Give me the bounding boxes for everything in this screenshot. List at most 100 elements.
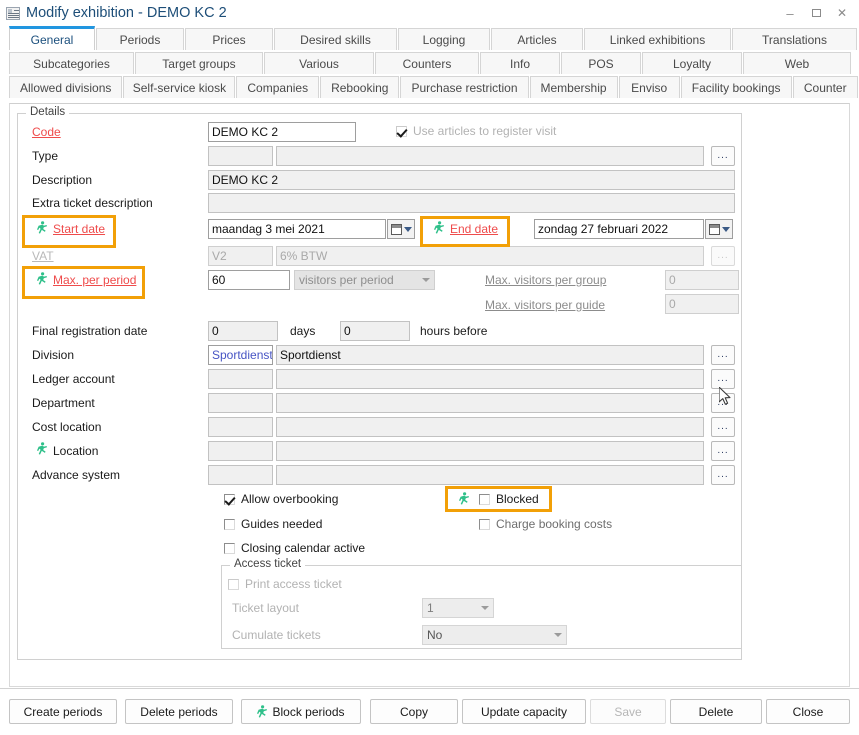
tab-prices[interactable]: Prices bbox=[185, 28, 273, 50]
guides-needed-label: Guides needed bbox=[241, 517, 322, 531]
advance-system-value-input[interactable] bbox=[276, 465, 704, 485]
cost-location-browse-button[interactable]: ... bbox=[711, 417, 735, 437]
use-articles-checkbox[interactable]: Use articles to register visit bbox=[396, 124, 556, 138]
general-tab-panel: Details Code DEMO KC 2 Use articles to r… bbox=[9, 103, 850, 687]
tab-facility-bookings[interactable]: Facility bookings bbox=[681, 76, 792, 98]
close-button[interactable]: ✕ bbox=[829, 3, 855, 23]
location-browse-button[interactable]: ... bbox=[711, 441, 735, 461]
maximize-button[interactable] bbox=[803, 3, 829, 23]
tab-linked-exhibitions[interactable]: Linked exhibitions bbox=[584, 28, 731, 50]
window-title: Modify exhibition - DEMO KC 2 bbox=[26, 5, 227, 21]
tab-translations[interactable]: Translations bbox=[732, 28, 857, 50]
end-date-picker-button[interactable] bbox=[705, 219, 733, 239]
department-value-input[interactable] bbox=[276, 393, 704, 413]
tab-membership[interactable]: Membership bbox=[530, 76, 618, 98]
tab-label: Rebooking bbox=[331, 81, 388, 95]
ledger-account-value-input[interactable] bbox=[276, 369, 704, 389]
tab-purchase-restriction[interactable]: Purchase restriction bbox=[400, 76, 528, 98]
tab-target-groups[interactable]: Target groups bbox=[135, 52, 263, 74]
final-registration-days-input[interactable]: 0 bbox=[208, 321, 278, 341]
tab-counter[interactable]: Counter bbox=[793, 76, 859, 98]
department-label: Department bbox=[32, 396, 95, 410]
update-capacity-button[interactable]: Update capacity bbox=[462, 699, 586, 724]
tab-general[interactable]: General bbox=[9, 26, 95, 50]
cost-location-code-input[interactable] bbox=[208, 417, 273, 437]
division-browse-button[interactable]: ... bbox=[711, 345, 735, 365]
runner-icon bbox=[37, 221, 48, 234]
tab-info[interactable]: Info bbox=[480, 52, 560, 74]
allow-overbooking-checkbox[interactable]: Allow overbooking bbox=[224, 492, 338, 506]
details-legend: Details bbox=[26, 106, 69, 118]
max-per-period-input[interactable]: 60 bbox=[208, 270, 290, 290]
minimize-button[interactable]: – bbox=[777, 3, 803, 23]
location-value-input[interactable] bbox=[276, 441, 704, 461]
calendar-icon bbox=[391, 224, 402, 235]
tab-articles[interactable]: Articles bbox=[491, 28, 583, 50]
division-code-input[interactable]: Sportdienst bbox=[208, 345, 273, 365]
start-date-input[interactable]: maandag 3 mei 2021 bbox=[208, 219, 386, 239]
tab-periods[interactable]: Periods bbox=[96, 28, 184, 50]
description-input[interactable]: DEMO KC 2 bbox=[208, 170, 735, 190]
final-registration-date-label: Final registration date bbox=[32, 324, 147, 338]
create-periods-button[interactable]: Create periods bbox=[9, 699, 117, 724]
tab-label: Membership bbox=[541, 81, 607, 95]
tab-pos[interactable]: POS bbox=[561, 52, 641, 74]
tab-loyalty[interactable]: Loyalty bbox=[642, 52, 742, 74]
cost-location-value-input[interactable] bbox=[276, 417, 704, 437]
extra-ticket-description-input[interactable] bbox=[208, 193, 735, 213]
checkbox-box bbox=[224, 519, 235, 530]
location-code-input[interactable] bbox=[208, 441, 273, 461]
type-code-input[interactable] bbox=[208, 146, 273, 166]
guides-needed-checkbox[interactable]: Guides needed bbox=[224, 517, 322, 531]
tab-subcategories[interactable]: Subcategories bbox=[9, 52, 134, 74]
ledger-account-code-input[interactable] bbox=[208, 369, 273, 389]
tab-label: Self-service kiosk bbox=[133, 81, 226, 95]
ledger-account-browse-button[interactable]: ... bbox=[711, 369, 735, 389]
type-browse-button[interactable]: ... bbox=[711, 146, 735, 166]
code-input[interactable]: DEMO KC 2 bbox=[208, 122, 356, 142]
tab-logging[interactable]: Logging bbox=[398, 28, 490, 50]
tab-counters[interactable]: Counters bbox=[375, 52, 479, 74]
start-date-picker-button[interactable] bbox=[387, 219, 415, 239]
department-code-input[interactable] bbox=[208, 393, 273, 413]
delete-button[interactable]: Delete bbox=[670, 699, 762, 724]
tab-companies[interactable]: Companies bbox=[236, 76, 319, 98]
final-registration-hours-input[interactable]: 0 bbox=[340, 321, 410, 341]
block-periods-button[interactable]: Block periods bbox=[241, 699, 361, 724]
tab-enviso[interactable]: Enviso bbox=[619, 76, 680, 98]
document-list-icon bbox=[6, 7, 20, 20]
delete-periods-button[interactable]: Delete periods bbox=[125, 699, 233, 724]
tab-various[interactable]: Various bbox=[264, 52, 374, 74]
save-button: Save bbox=[590, 699, 666, 724]
button-label: Delete periods bbox=[140, 705, 217, 719]
tab-label: Allowed divisions bbox=[20, 81, 111, 95]
tab-rebooking[interactable]: Rebooking bbox=[320, 76, 399, 98]
tab-self-service-kiosk[interactable]: Self-service kiosk bbox=[123, 76, 235, 98]
end-date-input[interactable]: zondag 27 februari 2022 bbox=[534, 219, 704, 239]
max-per-period-unit-select[interactable]: visitors per period bbox=[294, 270, 435, 290]
ticket-layout-label: Ticket layout bbox=[232, 601, 299, 615]
tab-strip: General Periods Prices Desired skills Lo… bbox=[0, 26, 859, 98]
tab-allowed-divisions[interactable]: Allowed divisions bbox=[9, 76, 122, 98]
cumulate-tickets-select: No bbox=[422, 625, 567, 645]
button-label: Save bbox=[614, 705, 641, 719]
max-visitors-per-guide-input[interactable]: 0 bbox=[665, 294, 739, 314]
tab-label: Linked exhibitions bbox=[610, 33, 705, 47]
advance-system-code-input[interactable] bbox=[208, 465, 273, 485]
end-date-label: End date bbox=[450, 222, 498, 236]
tab-desired-skills[interactable]: Desired skills bbox=[274, 28, 397, 50]
type-value-input[interactable] bbox=[276, 146, 704, 166]
charge-booking-costs-checkbox[interactable]: Charge booking costs bbox=[479, 517, 612, 531]
close-button-footer[interactable]: Close bbox=[766, 699, 850, 724]
closing-calendar-active-checkbox[interactable]: Closing calendar active bbox=[224, 541, 365, 555]
max-visitors-per-group-input[interactable]: 0 bbox=[665, 270, 739, 290]
tab-label: Articles bbox=[517, 33, 556, 47]
division-value-input[interactable]: Sportdienst bbox=[276, 345, 704, 365]
select-value: visitors per period bbox=[299, 273, 394, 287]
tab-row-1: General Periods Prices Desired skills Lo… bbox=[9, 26, 859, 50]
advance-system-browse-button[interactable]: ... bbox=[711, 465, 735, 485]
blocked-checkbox[interactable]: Blocked bbox=[479, 492, 539, 506]
tab-web[interactable]: Web bbox=[743, 52, 851, 74]
copy-button[interactable]: Copy bbox=[370, 699, 458, 724]
blocked-label: Blocked bbox=[496, 492, 539, 506]
